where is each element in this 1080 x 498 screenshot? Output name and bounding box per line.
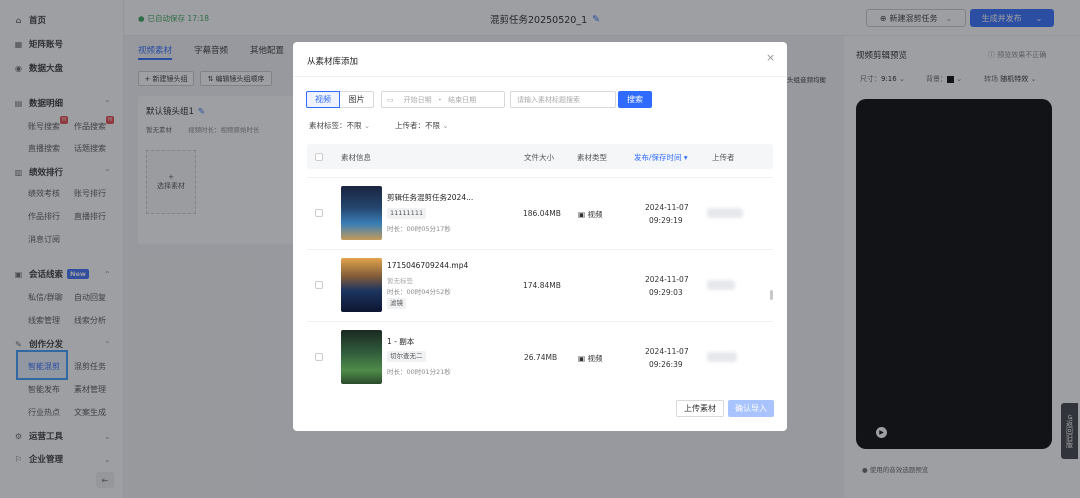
material-type: ▣ 视频 — [578, 210, 603, 219]
publish-date: 2024-11-07 — [645, 203, 689, 212]
type-video-button[interactable]: 视频 — [306, 91, 340, 108]
tag-filter[interactable]: 素材标签：不限 ⌄ — [309, 120, 370, 131]
search-button[interactable]: 搜索 — [618, 91, 652, 108]
upload-material-button[interactable]: 上传素材 — [676, 400, 724, 417]
file-size: 26.74MB — [524, 353, 558, 362]
row-divider — [307, 249, 773, 250]
uploader-avatar-blurred — [707, 208, 743, 218]
col-uploader: 上传者 — [712, 153, 735, 162]
date-range-picker[interactable]: ▭ 开始日期 - 结束日期 — [381, 91, 505, 108]
uploader-avatar-blurred — [707, 352, 737, 362]
material-no-tag: 暂无标签 — [387, 277, 413, 285]
material-name: 1715046709244.mp4 — [387, 261, 469, 270]
col-info: 素材信息 — [341, 153, 371, 162]
uploader-avatar-blurred — [707, 280, 735, 290]
search-input[interactable]: 请输入素材标题搜索 — [510, 91, 616, 108]
material-type: ▣ 视频 — [578, 354, 603, 363]
publish-date: 2024-11-07 — [645, 275, 689, 284]
video-thumbnail — [341, 186, 382, 240]
material-name: 1 - 副本 — [387, 337, 415, 346]
file-size: 174.84MB — [523, 281, 561, 290]
uploader-filter[interactable]: 上传者：不限 ⌄ — [395, 120, 449, 131]
chevron-down-icon: ⌄ — [442, 121, 449, 130]
col-date-sort[interactable]: 发布/保存时间 ▾ — [634, 152, 688, 163]
modal-title: 从素材库添加 — [307, 57, 359, 67]
video-icon: ▣ — [578, 354, 586, 363]
row-checkbox[interactable] — [315, 209, 323, 217]
scrollbar[interactable] — [770, 290, 773, 300]
chevron-down-icon: ⌄ — [363, 121, 371, 130]
material-name: 剪辑任务混剪任务2024... — [387, 193, 474, 202]
material-tag: 11111111 — [387, 208, 427, 219]
col-type: 素材类型 — [577, 153, 607, 162]
video-thumbnail — [341, 330, 382, 384]
type-image-button[interactable]: 图片 — [340, 91, 374, 108]
material-duration: 时长：00时01分21秒 — [387, 368, 451, 376]
publish-time: 09:26:39 — [649, 360, 683, 369]
publish-time: 09:29:19 — [649, 216, 683, 225]
publish-date: 2024-11-07 — [645, 347, 689, 356]
video-thumbnail — [341, 258, 382, 312]
material-library-modal: 从素材库添加 × 视频 图片 ▭ 开始日期 - 结束日期 请输入素材标题搜索 搜索 素… — [293, 42, 787, 431]
material-tag: 滤镜 — [387, 298, 406, 309]
row-checkbox[interactable] — [315, 353, 323, 361]
calendar-icon: ▭ — [387, 95, 394, 104]
select-all-checkbox[interactable] — [315, 153, 323, 161]
row-checkbox[interactable] — [315, 281, 323, 289]
row-divider — [307, 177, 773, 178]
material-tag: 切尔查无二 — [387, 351, 426, 362]
sort-down-icon: ▾ — [683, 153, 688, 162]
file-size: 186.04MB — [523, 209, 561, 218]
publish-time: 09:29:03 — [649, 288, 683, 297]
row-divider — [307, 321, 773, 322]
material-duration: 时长：00时05分17秒 — [387, 225, 451, 233]
modal-divider — [293, 76, 787, 77]
video-icon: ▣ — [578, 210, 586, 219]
confirm-import-button[interactable]: 确认导入 — [728, 400, 774, 417]
material-duration: 时长：00时04分52秒 — [387, 288, 451, 296]
col-size: 文件大小 — [524, 153, 554, 162]
close-icon[interactable]: × — [766, 51, 775, 64]
